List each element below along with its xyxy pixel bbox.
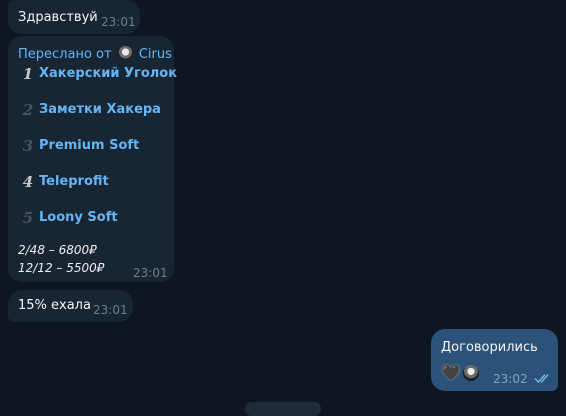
- channel-link[interactable]: Заметки Хакера: [39, 102, 161, 117]
- emoji-row: 🖤: [441, 363, 479, 382]
- list-item: 5 Loony Soft: [20, 207, 118, 227]
- forwarded-sender[interactable]: Cirus: [139, 47, 172, 62]
- number-three-icon: 3: [22, 136, 34, 155]
- message-text: Здравствуй: [18, 10, 98, 25]
- channel-link[interactable]: Premium Soft: [39, 138, 139, 153]
- list-item: 3 Premium Soft: [20, 135, 139, 155]
- message-incoming[interactable]: 15% ехала 23:01: [8, 290, 133, 322]
- list-item: 1 Хакерский Уголок: [20, 63, 177, 83]
- price-line: 2/48 – 6800₽: [18, 243, 97, 257]
- message-incoming[interactable]: Здравствуй 23:01: [8, 0, 140, 34]
- channel-link[interactable]: Хакерский Уголок: [39, 66, 177, 81]
- number-four-icon: 4: [22, 172, 34, 191]
- message-forwarded[interactable]: Переслано от Cirus 1 Хакерский Уголок 2 За…: [8, 36, 177, 282]
- forwarded-header[interactable]: Переслано от Cirus: [18, 46, 172, 62]
- message-time: 23:01: [101, 15, 136, 29]
- channel-link[interactable]: Teleprofit: [39, 174, 109, 189]
- face-emoji-icon: [462, 365, 479, 381]
- sender-avatar-icon: [117, 46, 133, 61]
- price-line: 12/12 – 5500₽: [18, 261, 105, 275]
- channel-link[interactable]: Loony Soft: [39, 210, 118, 225]
- number-two-icon: 2: [22, 100, 34, 119]
- black-heart-icon: 🖤: [441, 363, 461, 382]
- message-time: 23:01: [133, 266, 168, 280]
- double-check-icon: [534, 374, 549, 384]
- message-text: 15% ехала: [18, 298, 91, 313]
- list-item: 2 Заметки Хакера: [20, 99, 161, 119]
- list-item: 4 Teleprofit: [20, 171, 109, 191]
- number-five-icon: 5: [22, 208, 34, 227]
- number-one-icon: 1: [22, 64, 34, 83]
- scroll-date-pill: [245, 402, 321, 416]
- message-time: 23:02: [493, 372, 528, 386]
- message-text: Договорились: [441, 340, 538, 355]
- forwarded-prefix: Переслано от: [18, 47, 112, 62]
- message-outgoing[interactable]: Договорились 🖤 23:02: [431, 329, 558, 391]
- message-time: 23:01: [93, 303, 128, 317]
